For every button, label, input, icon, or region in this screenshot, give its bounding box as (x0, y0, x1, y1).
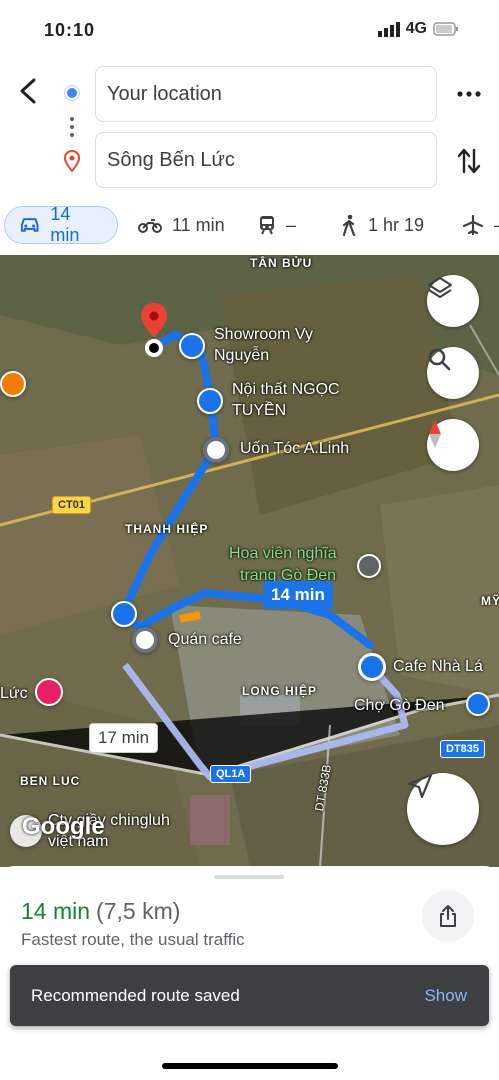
shop-pin-icon[interactable] (111, 601, 137, 627)
snackbar-show-button[interactable]: Show (424, 986, 467, 1006)
alternate-route-time[interactable]: 17 min (89, 723, 159, 753)
origin-dot-icon (65, 86, 79, 100)
travel-mode-tabs: 14 min 11 min – 1 hr 19 – (0, 204, 499, 248)
restaurant-pin-icon[interactable] (0, 371, 26, 397)
snackbar-message: Recommended route saved (31, 986, 240, 1005)
airplane-icon (462, 215, 484, 235)
shop-pin-icon[interactable] (179, 333, 205, 359)
search-along-route-button[interactable] (427, 347, 479, 399)
map-label[interactable]: Nội thất NGỌC (232, 381, 340, 399)
map-label[interactable]: TUYỀN (232, 402, 286, 420)
tab-motorbike-label: 11 min (172, 214, 225, 235)
map-label[interactable]: Nguyễn (214, 347, 269, 365)
hotel-pin-icon[interactable] (35, 678, 63, 706)
more-options-icon[interactable] (456, 84, 482, 104)
navigation-arrow-icon (407, 773, 433, 799)
status-time: 10:10 (44, 20, 96, 40)
origin-location-dot[interactable] (358, 653, 386, 681)
map-label: LONG HIỆP (242, 684, 318, 698)
cemetery-pin-icon[interactable] (357, 554, 381, 578)
tab-walking[interactable]: 1 hr 19 (340, 206, 424, 244)
map-view[interactable]: TÂN BỬU Showroom Vy Nguyễn Nội thất NGỌC… (0, 255, 499, 867)
map-label: MỸ (481, 594, 499, 608)
train-icon (260, 216, 274, 235)
search-icon (428, 348, 451, 371)
tab-driving[interactable]: 14 min (4, 204, 118, 245)
destination-marker-icon[interactable] (138, 301, 170, 361)
tab-flight[interactable]: – (462, 206, 499, 244)
store-pin-icon[interactable] (466, 692, 490, 716)
tab-driving-label: 14 min (50, 204, 80, 245)
route-duration: 14 min (21, 898, 91, 924)
home-indicator[interactable] (162, 1063, 338, 1069)
tab-flight-label: – (494, 215, 499, 236)
road-badge: CT01 (52, 496, 91, 514)
tab-transit-label: – (286, 214, 297, 235)
recenter-button[interactable] (407, 773, 479, 845)
compass-button[interactable] (427, 419, 479, 471)
map-label: BEN LUC (20, 774, 81, 788)
swap-directions-icon[interactable] (456, 146, 482, 176)
road-badge: DT835 (440, 740, 486, 758)
back-arrow-icon[interactable] (14, 76, 44, 106)
destination-pin-icon (64, 150, 80, 172)
place-pin-icon[interactable] (203, 437, 229, 463)
signal-icon (377, 21, 400, 37)
motorbike-icon (138, 219, 162, 233)
tab-walking-label: 1 hr 19 (368, 214, 425, 235)
map-label[interactable]: Lức (0, 685, 28, 703)
snackbar: Recommended route saved Show (10, 965, 489, 1026)
route-distance: (7,5 km) (96, 898, 181, 924)
drag-handle[interactable] (214, 875, 284, 879)
tab-motorbike[interactable]: 11 min (138, 206, 225, 244)
route-summary: 14 min (7,5 km) (21, 898, 180, 925)
destination-field[interactable]: Sông Bến Lức (95, 132, 437, 188)
map-label[interactable]: Showroom Vy (214, 326, 313, 344)
shop-pin-icon[interactable] (197, 388, 223, 414)
battery-icon (433, 22, 458, 36)
status-bar: 10:10 4G (0, 0, 499, 60)
map-label[interactable]: Cafe Nhà Lá (393, 658, 483, 676)
map-label[interactable]: Chợ Gò Đen (354, 697, 445, 715)
route-description: Fastest route, the usual traffic (21, 930, 245, 949)
layers-icon (428, 277, 452, 298)
selected-route-time[interactable]: 14 min (263, 581, 333, 609)
place-pin-icon[interactable] (132, 627, 158, 653)
map-label[interactable]: Quán cafe (168, 631, 242, 649)
road-badge: QL1A (210, 765, 252, 783)
map-label[interactable]: Hoa viên nghĩa (229, 545, 337, 563)
car-icon (20, 218, 39, 232)
layers-button[interactable] (427, 275, 479, 327)
share-icon (440, 905, 456, 927)
map-label: TÂN BỬU (250, 256, 313, 270)
map-label[interactable]: Uốn Tóc A.Linh (240, 440, 349, 458)
origin-field[interactable]: Your location (95, 66, 437, 122)
connector-dots-icon (70, 117, 74, 141)
tab-transit[interactable]: – (258, 206, 296, 244)
share-button[interactable] (422, 890, 474, 942)
map-label: THANH HIỆP (125, 522, 209, 536)
walking-icon (342, 214, 356, 236)
network-label: 4G (405, 20, 427, 37)
google-logo: Google (22, 813, 105, 840)
compass-icon (429, 420, 441, 448)
